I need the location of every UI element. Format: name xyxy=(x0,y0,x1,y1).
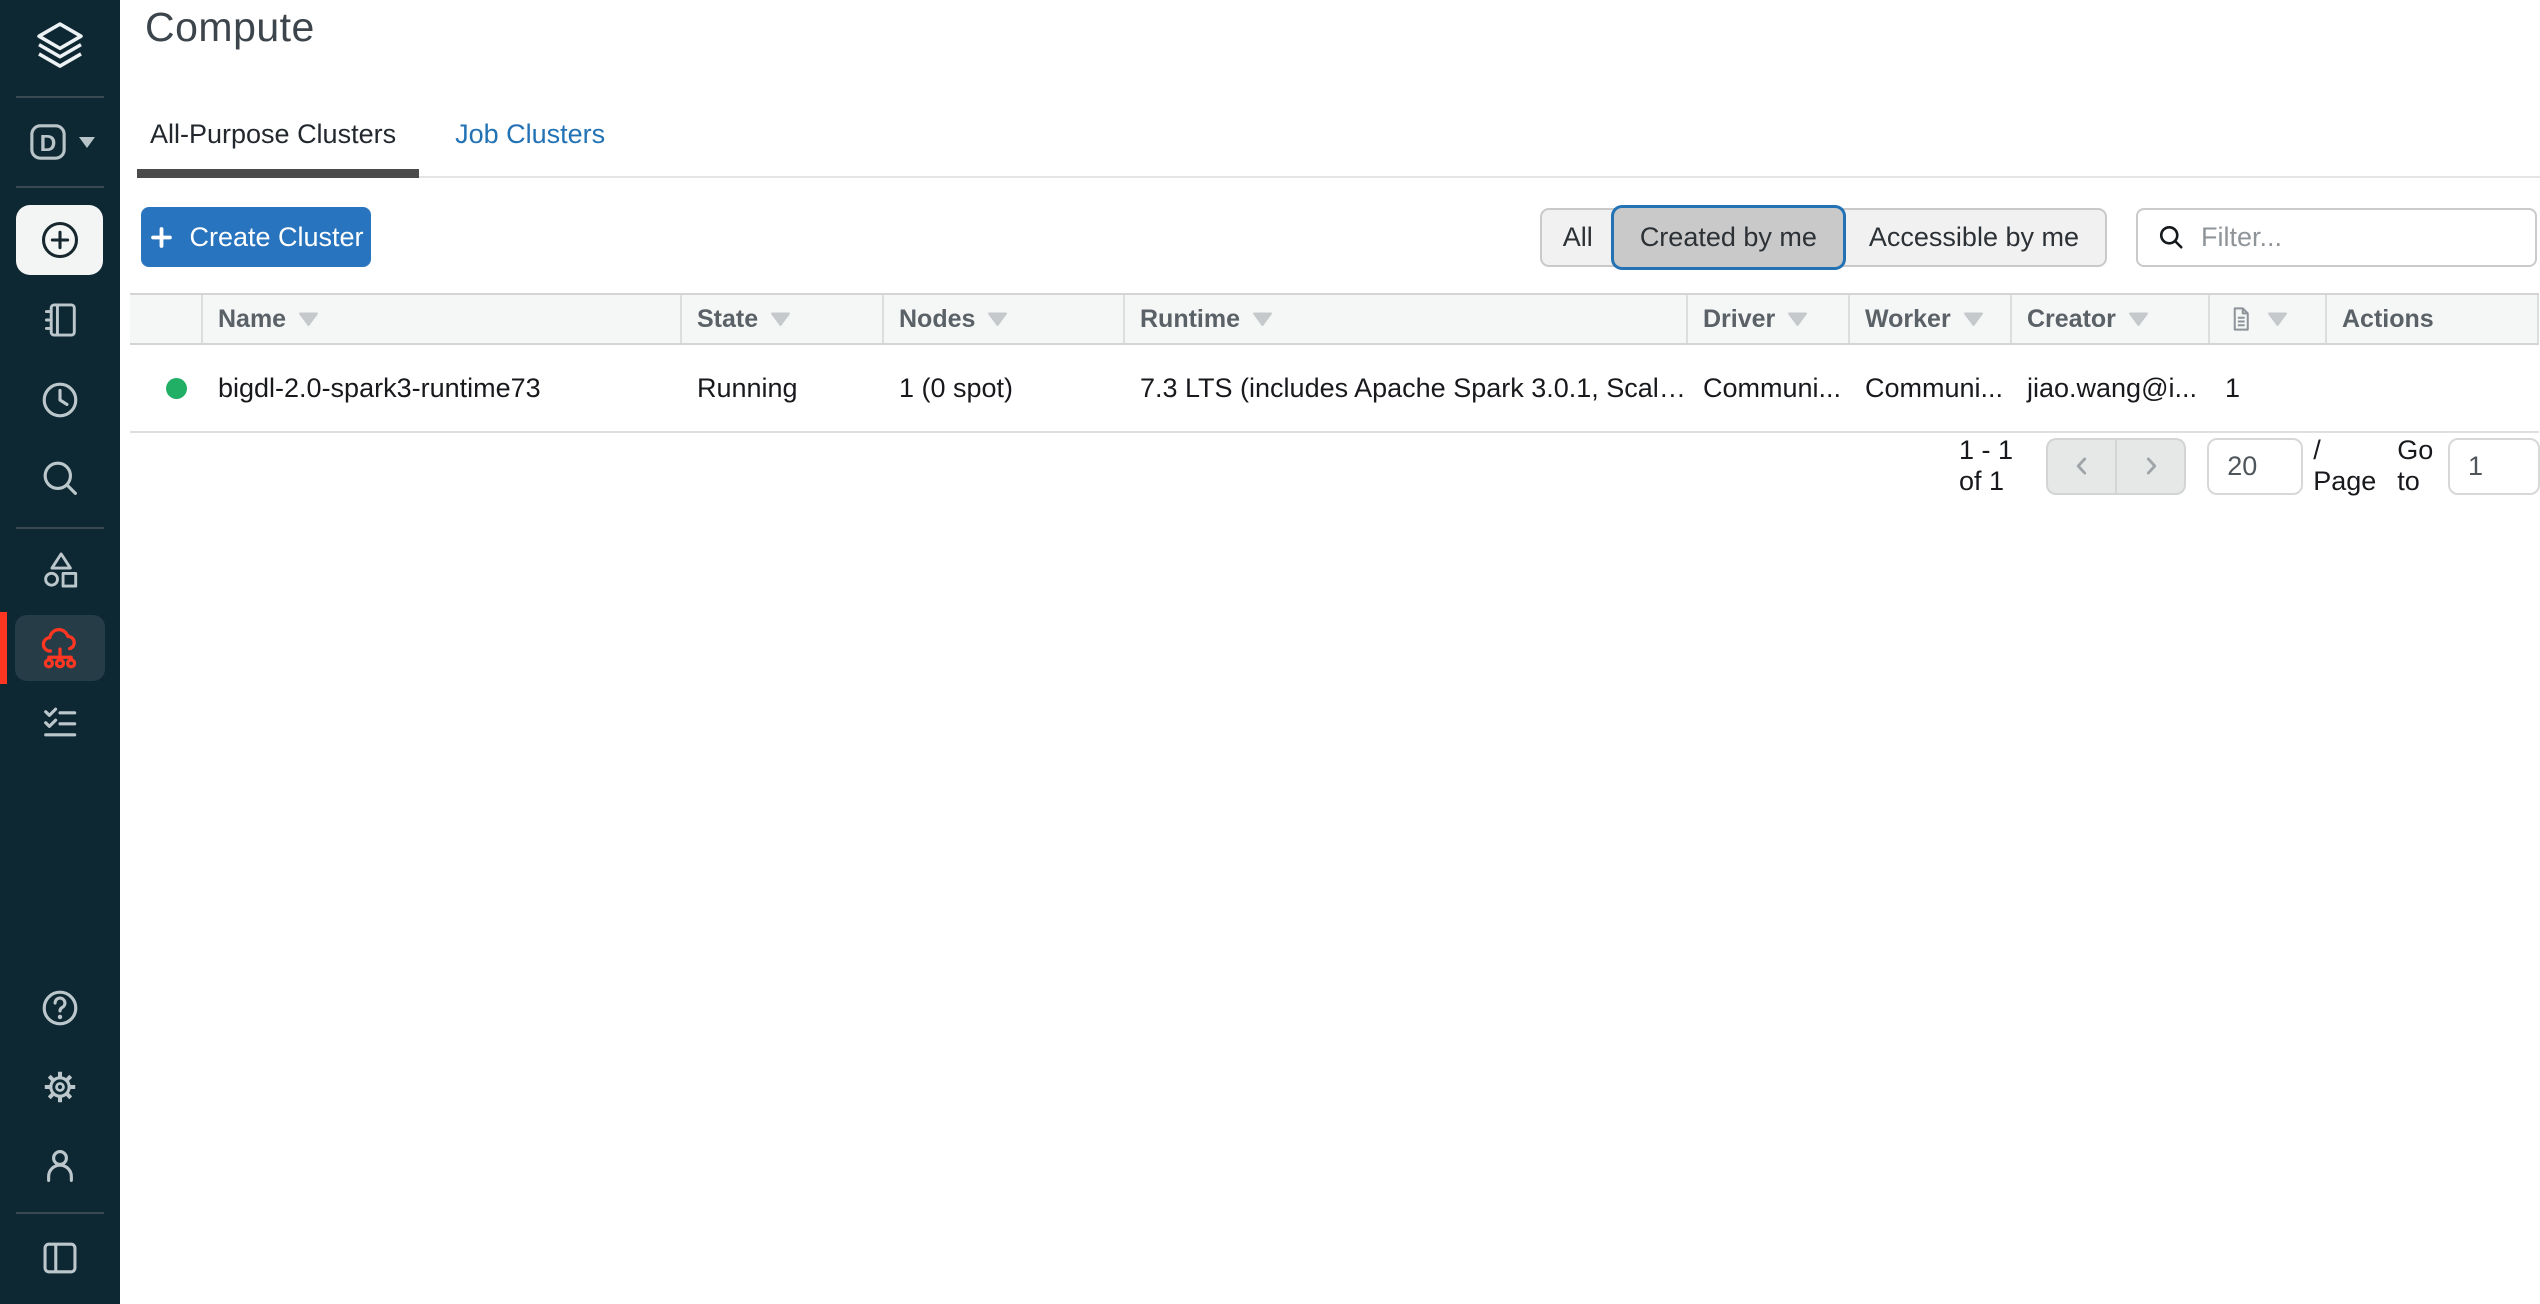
per-page-label: / Page xyxy=(2313,435,2376,497)
sort-caret-icon xyxy=(1963,312,1984,327)
next-page-button[interactable] xyxy=(2116,438,2186,495)
tab-all-purpose-clusters[interactable]: All-Purpose Clusters xyxy=(137,100,419,178)
ownership-filter-group: All Created by me Accessible by me xyxy=(1540,208,2107,267)
sort-caret-icon xyxy=(298,312,319,327)
prev-page-button[interactable] xyxy=(2046,438,2116,495)
filter-accessible-by-me-button[interactable]: Accessible by me xyxy=(1843,210,2105,265)
shapes-icon xyxy=(37,547,83,593)
create-cluster-button[interactable]: Create Cluster xyxy=(141,207,371,267)
column-header-status xyxy=(130,295,203,343)
sidebar-divider xyxy=(16,1212,104,1214)
sidebar-item-recents[interactable] xyxy=(0,362,120,438)
column-header-name[interactable]: Name xyxy=(203,295,682,343)
column-header-state[interactable]: State xyxy=(682,295,884,343)
column-header-actions: Actions xyxy=(2327,295,2539,343)
cluster-notebooks-cell: 1 xyxy=(2210,373,2327,404)
sidebar-item-create[interactable] xyxy=(16,205,103,275)
svg-text:D: D xyxy=(39,130,56,156)
column-header-notebooks[interactable] xyxy=(2210,295,2327,343)
column-header-creator[interactable]: Creator xyxy=(2012,295,2210,343)
filter-input-box xyxy=(2136,208,2537,267)
cluster-name-cell[interactable]: bigdl-2.0-spark3-runtime73 xyxy=(203,373,682,404)
cluster-runtime-cell: 7.3 LTS (includes Apache Spark 3.0.1, Sc… xyxy=(1125,373,1688,404)
cluster-state-cell: Running xyxy=(682,373,884,404)
cluster-worker-cell: Communi... xyxy=(1850,373,2012,404)
sort-caret-icon xyxy=(987,312,1008,327)
sidebar-divider xyxy=(16,527,104,529)
clock-icon xyxy=(38,378,82,422)
plus-icon xyxy=(148,224,175,251)
sidebar-divider xyxy=(16,96,104,98)
goto-label: Go to xyxy=(2397,435,2442,497)
column-header-driver[interactable]: Driver xyxy=(1688,295,1850,343)
page-size-input[interactable] xyxy=(2207,438,2303,495)
sidebar-item-account[interactable] xyxy=(0,1127,120,1203)
checklist-icon xyxy=(38,700,82,744)
gear-icon xyxy=(38,1065,82,1109)
chevron-left-icon xyxy=(2069,453,2095,479)
workspace-icon: D xyxy=(26,120,70,164)
sort-caret-icon xyxy=(2128,312,2149,327)
toolbar-right: All Created by me Accessible by me xyxy=(1540,207,2537,267)
plus-circle-icon xyxy=(37,217,83,263)
sort-caret-icon xyxy=(770,312,791,327)
create-cluster-label: Create Cluster xyxy=(189,222,363,253)
filter-created-by-me-button[interactable]: Created by me xyxy=(1614,208,1843,267)
active-item-indicator xyxy=(0,612,7,684)
sidebar-item-settings[interactable] xyxy=(0,1049,120,1125)
filter-all-button[interactable]: All xyxy=(1542,210,1614,265)
help-icon xyxy=(38,986,82,1030)
collapse-sidebar-button[interactable] xyxy=(0,1220,120,1296)
column-header-worker[interactable]: Worker xyxy=(1850,295,2012,343)
sidebar-item-help[interactable] xyxy=(0,970,120,1046)
notebook-icon xyxy=(38,298,82,342)
panel-icon xyxy=(37,1235,83,1281)
sidebar-item-search[interactable] xyxy=(0,440,120,516)
cluster-driver-cell: Communi... xyxy=(1688,373,1850,404)
goto-page-input[interactable] xyxy=(2448,438,2540,495)
running-status-dot-icon xyxy=(166,378,187,399)
chevron-right-icon xyxy=(2138,453,2164,479)
compute-cluster-icon xyxy=(37,625,83,671)
tab-bar: All-Purpose Clusters Job Clusters xyxy=(137,100,2540,178)
pagination: 1 - 1 of 1 / Page Go to xyxy=(1959,436,2540,496)
sidebar-item-workspace[interactable] xyxy=(0,282,120,358)
sidebar-item-jobs[interactable] xyxy=(0,684,120,760)
column-header-runtime[interactable]: Runtime xyxy=(1125,295,1688,343)
column-header-nodes[interactable]: Nodes xyxy=(884,295,1125,343)
sort-caret-icon xyxy=(1787,312,1808,327)
sidebar-item-compute[interactable] xyxy=(15,615,105,681)
sort-caret-icon xyxy=(1252,312,1273,327)
notebook-document-icon xyxy=(2225,304,2255,334)
sort-caret-icon xyxy=(2267,312,2288,327)
sidebar: D xyxy=(0,0,120,1304)
main-content: Compute All-Purpose Clusters Job Cluster… xyxy=(120,0,2540,1304)
cluster-creator-cell: jiao.wang@i... xyxy=(2012,373,2210,404)
clusters-table: Name State Nodes Runtime Driver Worker xyxy=(130,293,2539,433)
chevron-down-icon xyxy=(79,137,95,148)
search-icon xyxy=(38,456,82,500)
pager-buttons xyxy=(2046,438,2186,495)
search-icon xyxy=(2156,222,2186,252)
databricks-logo xyxy=(0,8,120,84)
table-row[interactable]: bigdl-2.0-spark3-runtime73 Running 1 (0 … xyxy=(130,345,2539,433)
workspace-switcher[interactable]: D xyxy=(0,104,120,180)
sidebar-divider xyxy=(16,186,104,188)
tab-job-clusters[interactable]: Job Clusters xyxy=(451,100,609,178)
table-header-row: Name State Nodes Runtime Driver Worker xyxy=(130,293,2539,345)
toolbar: Create Cluster All Created by me Accessi… xyxy=(141,207,2537,267)
user-icon xyxy=(38,1143,82,1187)
cluster-status-cell xyxy=(130,378,203,399)
cluster-nodes-cell: 1 (0 spot) xyxy=(884,373,1125,404)
databricks-logo-icon xyxy=(32,18,88,74)
sidebar-item-models[interactable] xyxy=(0,532,120,608)
filter-input[interactable] xyxy=(2199,221,2535,254)
pagination-range: 1 - 1 of 1 xyxy=(1959,435,2031,497)
page-title: Compute xyxy=(145,4,315,51)
